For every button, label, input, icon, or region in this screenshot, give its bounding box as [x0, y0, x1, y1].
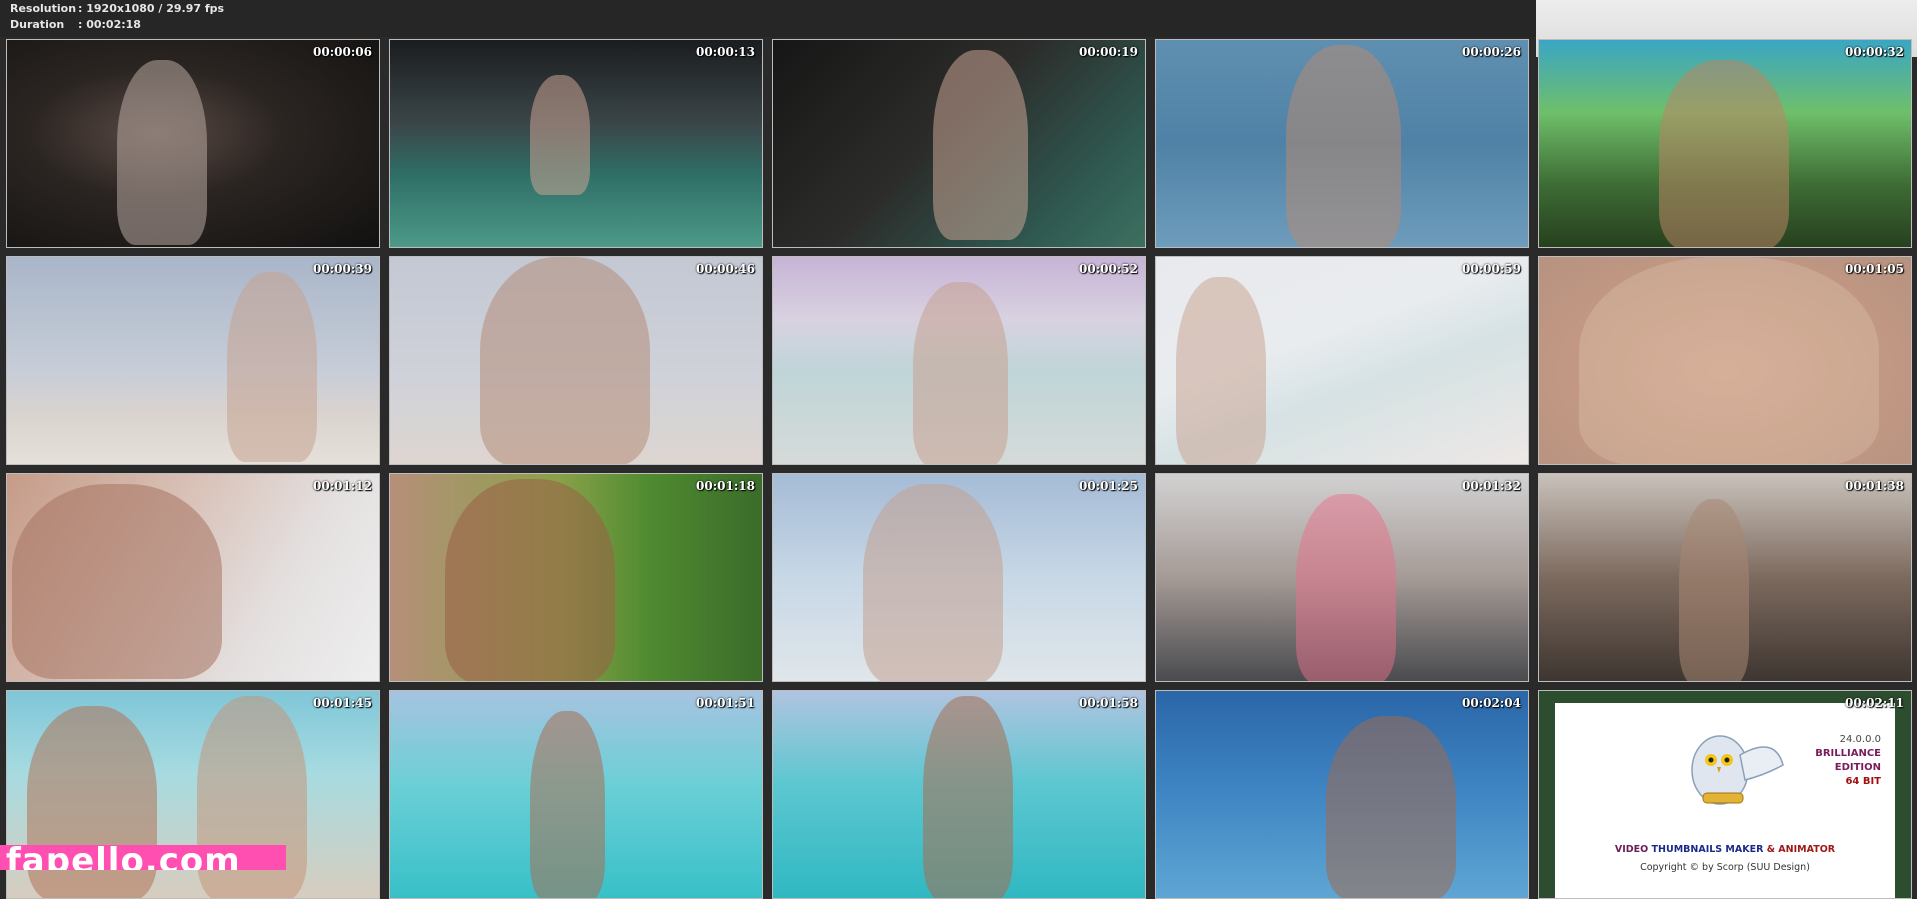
edition-line2: EDITION	[1834, 762, 1881, 773]
version-info: 24.0.0.0 BRILLIANCE EDITION 64 BIT	[1815, 733, 1881, 789]
figure-shape	[1296, 494, 1396, 681]
title-part3: & ANIMATOR	[1766, 844, 1836, 855]
thumbnail-tile[interactable]: 00:00:26	[1155, 39, 1529, 248]
title-part2: THUMBNAILS MAKER	[1651, 844, 1764, 855]
thumbnail-tile[interactable]: 00:00:32	[1538, 39, 1912, 248]
thumbnail-tile[interactable]: 00:00:59	[1155, 256, 1529, 465]
thumbnail-tile[interactable]: 00:01:05	[1538, 256, 1912, 465]
thumbnail-tile[interactable]: 00:01:32	[1155, 473, 1529, 682]
watermark-text: fapello.com	[6, 845, 241, 870]
timestamp-label: 00:01:05	[1845, 262, 1904, 276]
timestamp-label: 00:01:18	[696, 479, 755, 493]
resolution-line: Resolution: 1920x1080 / 29.97 fps	[10, 2, 224, 15]
thumbnail-tile[interactable]: 00:00:19	[772, 39, 1146, 248]
thumbnail-tile[interactable]: 00:01:58	[772, 690, 1146, 899]
figure-shape	[530, 711, 605, 898]
timestamp-label: 00:01:12	[313, 479, 372, 493]
thumbnail-tile[interactable]: 24.0.0.0 BRILLIANCE EDITION 64 BIT VIDEO…	[1538, 690, 1912, 899]
figure-shape	[117, 60, 207, 245]
figure-shape	[863, 484, 1003, 681]
figure-shape	[933, 50, 1028, 240]
timestamp-label: 00:01:51	[696, 696, 755, 710]
timestamp-label: 00:00:26	[1462, 45, 1521, 59]
thumbnail-tile[interactable]: 00:00:06	[6, 39, 380, 248]
figure-shape	[445, 479, 615, 681]
thumbnail-tile[interactable]: 00:00:46	[389, 256, 763, 465]
thumbnail-tile[interactable]: 00:01:18	[389, 473, 763, 682]
figure-shape	[913, 282, 1008, 464]
figure-shape	[1679, 499, 1749, 681]
duration-label: Duration	[10, 18, 65, 31]
timestamp-label: 00:00:32	[1845, 45, 1904, 59]
figure-shape	[1176, 277, 1266, 464]
watermark-banner: fapello.com	[0, 845, 286, 870]
thumbnail-tile[interactable]: 00:00:52	[772, 256, 1146, 465]
timestamp-label: 00:00:52	[1079, 262, 1138, 276]
timestamp-label: 00:00:46	[696, 262, 755, 276]
figure-shape	[923, 696, 1013, 898]
thumbnail-tile[interactable]: 00:01:12	[6, 473, 380, 682]
owl-logo-icon	[1691, 735, 1784, 805]
thumbnail-tile[interactable]: 00:00:13	[389, 39, 763, 248]
edition-line1: BRILLIANCE	[1815, 748, 1881, 759]
product-title: VIDEO THUMBNAILS MAKER & ANIMATOR	[1555, 844, 1895, 855]
resolution-label: Resolution	[10, 2, 77, 15]
timestamp-label: 00:00:59	[1462, 262, 1521, 276]
timestamp-label: 00:01:45	[313, 696, 372, 710]
figure-shape	[1286, 45, 1401, 247]
timestamp-label: 00:01:25	[1079, 479, 1138, 493]
version-number: 24.0.0.0	[1839, 734, 1881, 745]
figure-shape	[480, 257, 650, 464]
timestamp-label: 00:02:04	[1462, 696, 1521, 710]
resolution-value: : 1920x1080 / 29.97 fps	[78, 2, 225, 15]
thumbnail-tile[interactable]: 00:01:51	[389, 690, 763, 899]
figure-shape	[27, 706, 157, 898]
figure-shape	[1579, 257, 1879, 464]
title-part1: VIDEO	[1614, 844, 1649, 855]
timestamp-label: 00:02:11	[1845, 696, 1904, 710]
timestamp-label: 00:01:38	[1845, 479, 1904, 493]
thumbnail-tile[interactable]: 00:01:38	[1538, 473, 1912, 682]
timestamp-label: 00:00:06	[313, 45, 372, 59]
thumbnail-tile[interactable]: 00:02:04	[1155, 690, 1529, 899]
figure-shape	[1659, 60, 1789, 247]
figure-shape	[227, 272, 317, 462]
duration-value: : 00:02:18	[78, 18, 141, 31]
timestamp-label: 00:00:13	[696, 45, 755, 59]
thumbnail-tile[interactable]: 00:01:25	[772, 473, 1146, 682]
duration-line: Duration : 00:02:18	[10, 18, 141, 31]
timestamp-label: 00:01:58	[1079, 696, 1138, 710]
bits-label: 64 BIT	[1845, 776, 1881, 787]
timestamp-label: 00:00:19	[1079, 45, 1138, 59]
figure-shape	[1326, 716, 1456, 898]
figure-shape	[12, 484, 222, 679]
timestamp-label: 00:01:32	[1462, 479, 1521, 493]
copyright-text: Copyright © by Scorp (SUU Design)	[1640, 862, 1810, 873]
thumbnail-tile[interactable]: 00:00:39	[6, 256, 380, 465]
timestamp-label: 00:00:39	[313, 262, 372, 276]
figure-shape	[530, 75, 590, 195]
